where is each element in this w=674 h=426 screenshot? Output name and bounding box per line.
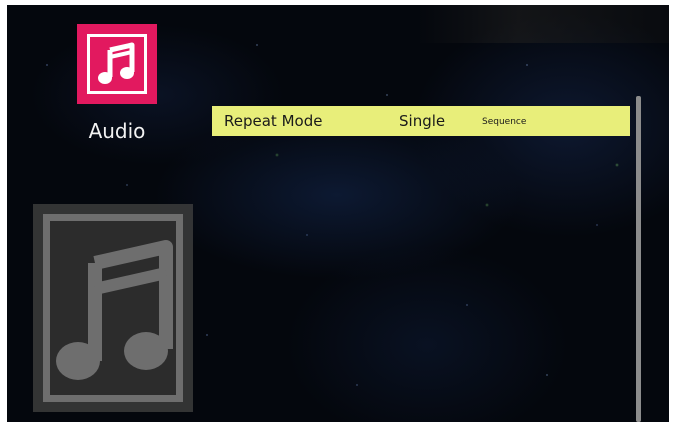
top-band xyxy=(417,5,669,43)
setting-value-option[interactable]: Sequence xyxy=(482,117,526,128)
setting-value-selected[interactable]: Single xyxy=(399,112,445,130)
audio-category-tile[interactable] xyxy=(77,24,157,104)
album-art-placeholder xyxy=(33,204,193,412)
music-note-icon xyxy=(98,42,135,84)
screen: Audio Repeat Mode Single Sequence xyxy=(7,5,669,422)
album-art-frame xyxy=(43,214,183,402)
setting-label: Repeat Mode xyxy=(224,112,323,130)
audio-category-label: Audio xyxy=(88,119,146,143)
scrollbar[interactable] xyxy=(636,96,641,422)
setting-row-repeat-mode[interactable]: Repeat Mode Single Sequence xyxy=(212,106,630,136)
music-note-icon xyxy=(56,240,173,380)
audio-tile-frame xyxy=(87,34,147,94)
settings-list: Repeat Mode Single Sequence xyxy=(212,106,630,136)
